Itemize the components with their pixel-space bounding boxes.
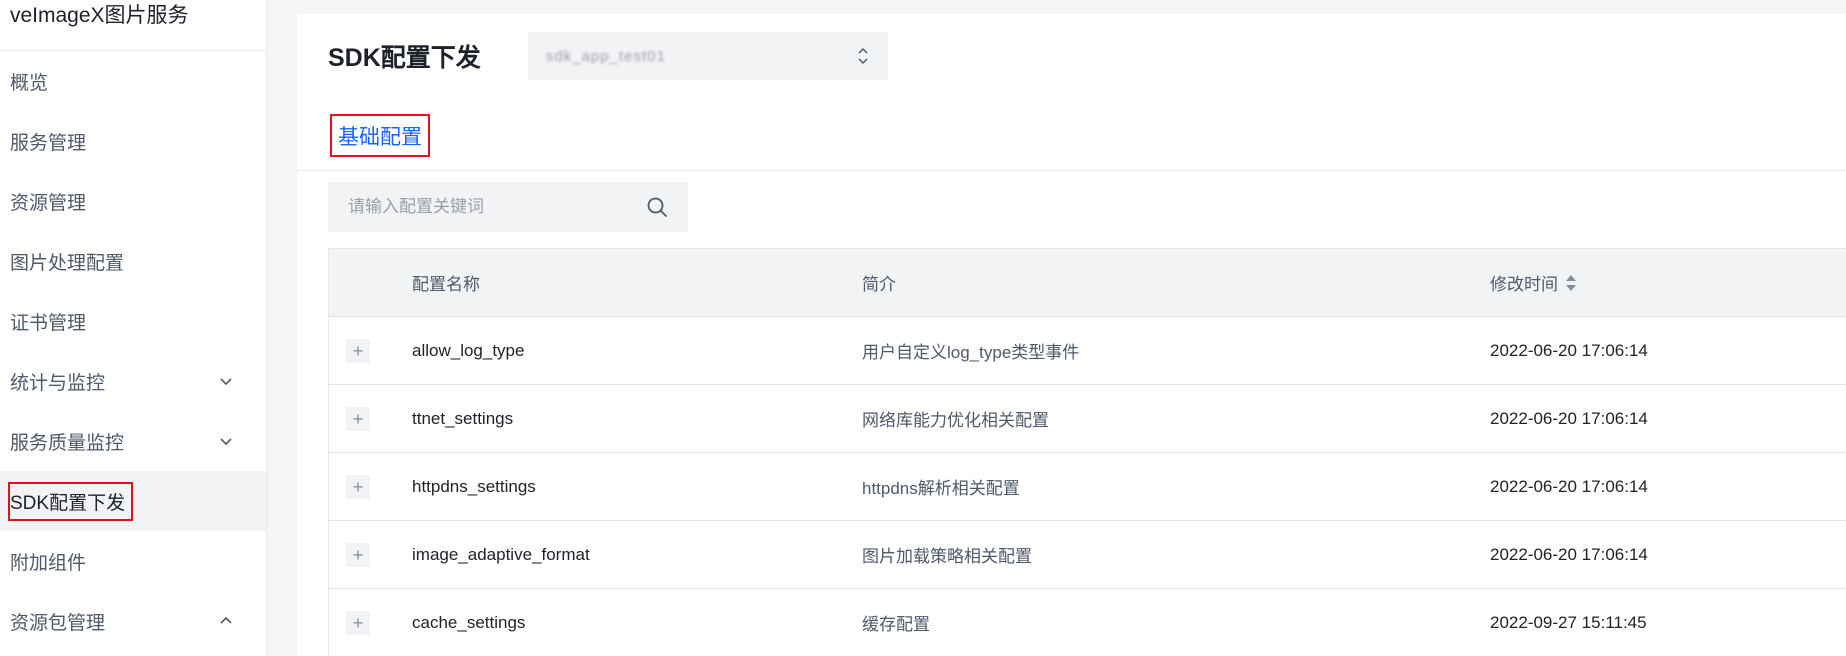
- column-header-name: 配置名称: [412, 275, 480, 294]
- config-name: image_adaptive_format: [412, 544, 590, 564]
- config-description: httpdns解析相关配置: [862, 479, 1020, 498]
- brand-title: veImageX图片服务: [0, 0, 266, 51]
- main-panel: SDK配置下发 sdk_app_test01 基础配置 配置名称 简介: [297, 14, 1846, 656]
- chevron-down-icon: [220, 438, 232, 446]
- search-icon[interactable]: [646, 196, 668, 218]
- sidebar-item-label: 证书管理: [10, 312, 87, 334]
- page-header: SDK配置下发 sdk_app_test01: [328, 32, 888, 80]
- app-select-value: sdk_app_test01: [546, 47, 666, 65]
- sidebar-item-label: 服务质量监控: [10, 432, 125, 454]
- sidebar-item-image-processing[interactable]: 图片处理配置: [0, 231, 266, 291]
- modified-time: 2022-06-20 17:06:14: [1490, 340, 1648, 360]
- sidebar-item-label: 概览: [10, 72, 49, 94]
- table-row: + allow_log_type 用户自定义log_type类型事件 2022-…: [329, 317, 1846, 385]
- sidebar-item-overview[interactable]: 概览: [0, 51, 266, 111]
- page-title: SDK配置下发: [328, 44, 481, 72]
- config-table: 配置名称 简介 修改时间 + allow_log_type 用户自定义log_t…: [328, 248, 1846, 656]
- modified-time: 2022-06-20 17:06:14: [1490, 476, 1648, 496]
- config-description: 用户自定义log_type类型事件: [862, 343, 1080, 362]
- sidebar-item-quality-monitoring[interactable]: 服务质量监控: [0, 411, 266, 471]
- expand-row-button[interactable]: +: [346, 339, 370, 363]
- expand-row-button[interactable]: +: [346, 475, 370, 499]
- table-row: + ttnet_settings 网络库能力优化相关配置 2022-06-20 …: [329, 385, 1846, 453]
- table-header: 配置名称 简介 修改时间: [329, 249, 1846, 317]
- chevron-down-icon: [220, 378, 232, 386]
- search-box: [328, 182, 688, 232]
- sidebar-item-resource-management[interactable]: 资源管理: [0, 171, 266, 231]
- sidebar-item-label: 图片处理配置: [10, 252, 125, 274]
- expand-row-button[interactable]: +: [346, 407, 370, 431]
- sidebar-item-sdk-config[interactable]: SDK配置下发: [0, 471, 266, 531]
- config-name: allow_log_type: [412, 340, 525, 360]
- config-name: httpdns_settings: [412, 476, 536, 496]
- tab-basic-config[interactable]: 基础配置: [330, 114, 430, 157]
- select-updown-icon: [858, 47, 868, 65]
- config-description: 图片加载策略相关配置: [862, 547, 1032, 566]
- sidebar-item-addons[interactable]: 附加组件: [0, 531, 266, 591]
- config-description: 网络库能力优化相关配置: [862, 411, 1049, 430]
- expand-row-button[interactable]: +: [346, 543, 370, 567]
- sidebar-item-label: 资源包管理: [10, 612, 106, 634]
- sidebar-item-label: 资源管理: [10, 192, 87, 214]
- sidebar-item-service-management[interactable]: 服务管理: [0, 111, 266, 171]
- sidebar-item-label: 统计与监控: [10, 372, 106, 394]
- column-header-modified-time[interactable]: 修改时间: [1490, 249, 1577, 316]
- sidebar: veImageX图片服务 概览 服务管理 资源管理 图片处理配置 证书管理 统计…: [0, 0, 267, 656]
- sidebar-item-label: SDK配置下发: [8, 481, 134, 521]
- column-header-label: 修改时间: [1490, 275, 1558, 294]
- table-row: + image_adaptive_format 图片加载策略相关配置 2022-…: [329, 521, 1846, 589]
- search-input[interactable]: [328, 182, 646, 232]
- modified-time: 2022-06-20 17:06:14: [1490, 544, 1648, 564]
- column-header-description: 简介: [862, 275, 896, 294]
- sidebar-item-label: 服务管理: [10, 132, 87, 154]
- sidebar-item-label: 附加组件: [10, 552, 87, 574]
- config-name: ttnet_settings: [412, 408, 514, 428]
- app-select[interactable]: sdk_app_test01: [528, 32, 888, 80]
- modified-time: 2022-09-27 15:11:45: [1490, 612, 1647, 632]
- config-description: 缓存配置: [862, 615, 930, 634]
- modified-time: 2022-06-20 17:06:14: [1490, 408, 1648, 428]
- app-root: veImageX图片服务 概览 服务管理 资源管理 图片处理配置 证书管理 统计…: [0, 0, 1846, 656]
- sidebar-item-statistics[interactable]: 统计与监控: [0, 351, 266, 411]
- table-row: + cache_settings 缓存配置 2022-09-27 15:11:4…: [329, 589, 1846, 656]
- table-row: + httpdns_settings httpdns解析相关配置 2022-06…: [329, 453, 1846, 521]
- expand-row-button[interactable]: +: [346, 611, 370, 635]
- config-name: cache_settings: [412, 612, 526, 632]
- sort-icon[interactable]: [1565, 273, 1577, 293]
- tab-bar: 基础配置: [297, 114, 1846, 171]
- sidebar-item-certificates[interactable]: 证书管理: [0, 291, 266, 351]
- chevron-up-icon: [220, 616, 232, 624]
- sidebar-item-resource-packages[interactable]: 资源包管理: [0, 591, 266, 651]
